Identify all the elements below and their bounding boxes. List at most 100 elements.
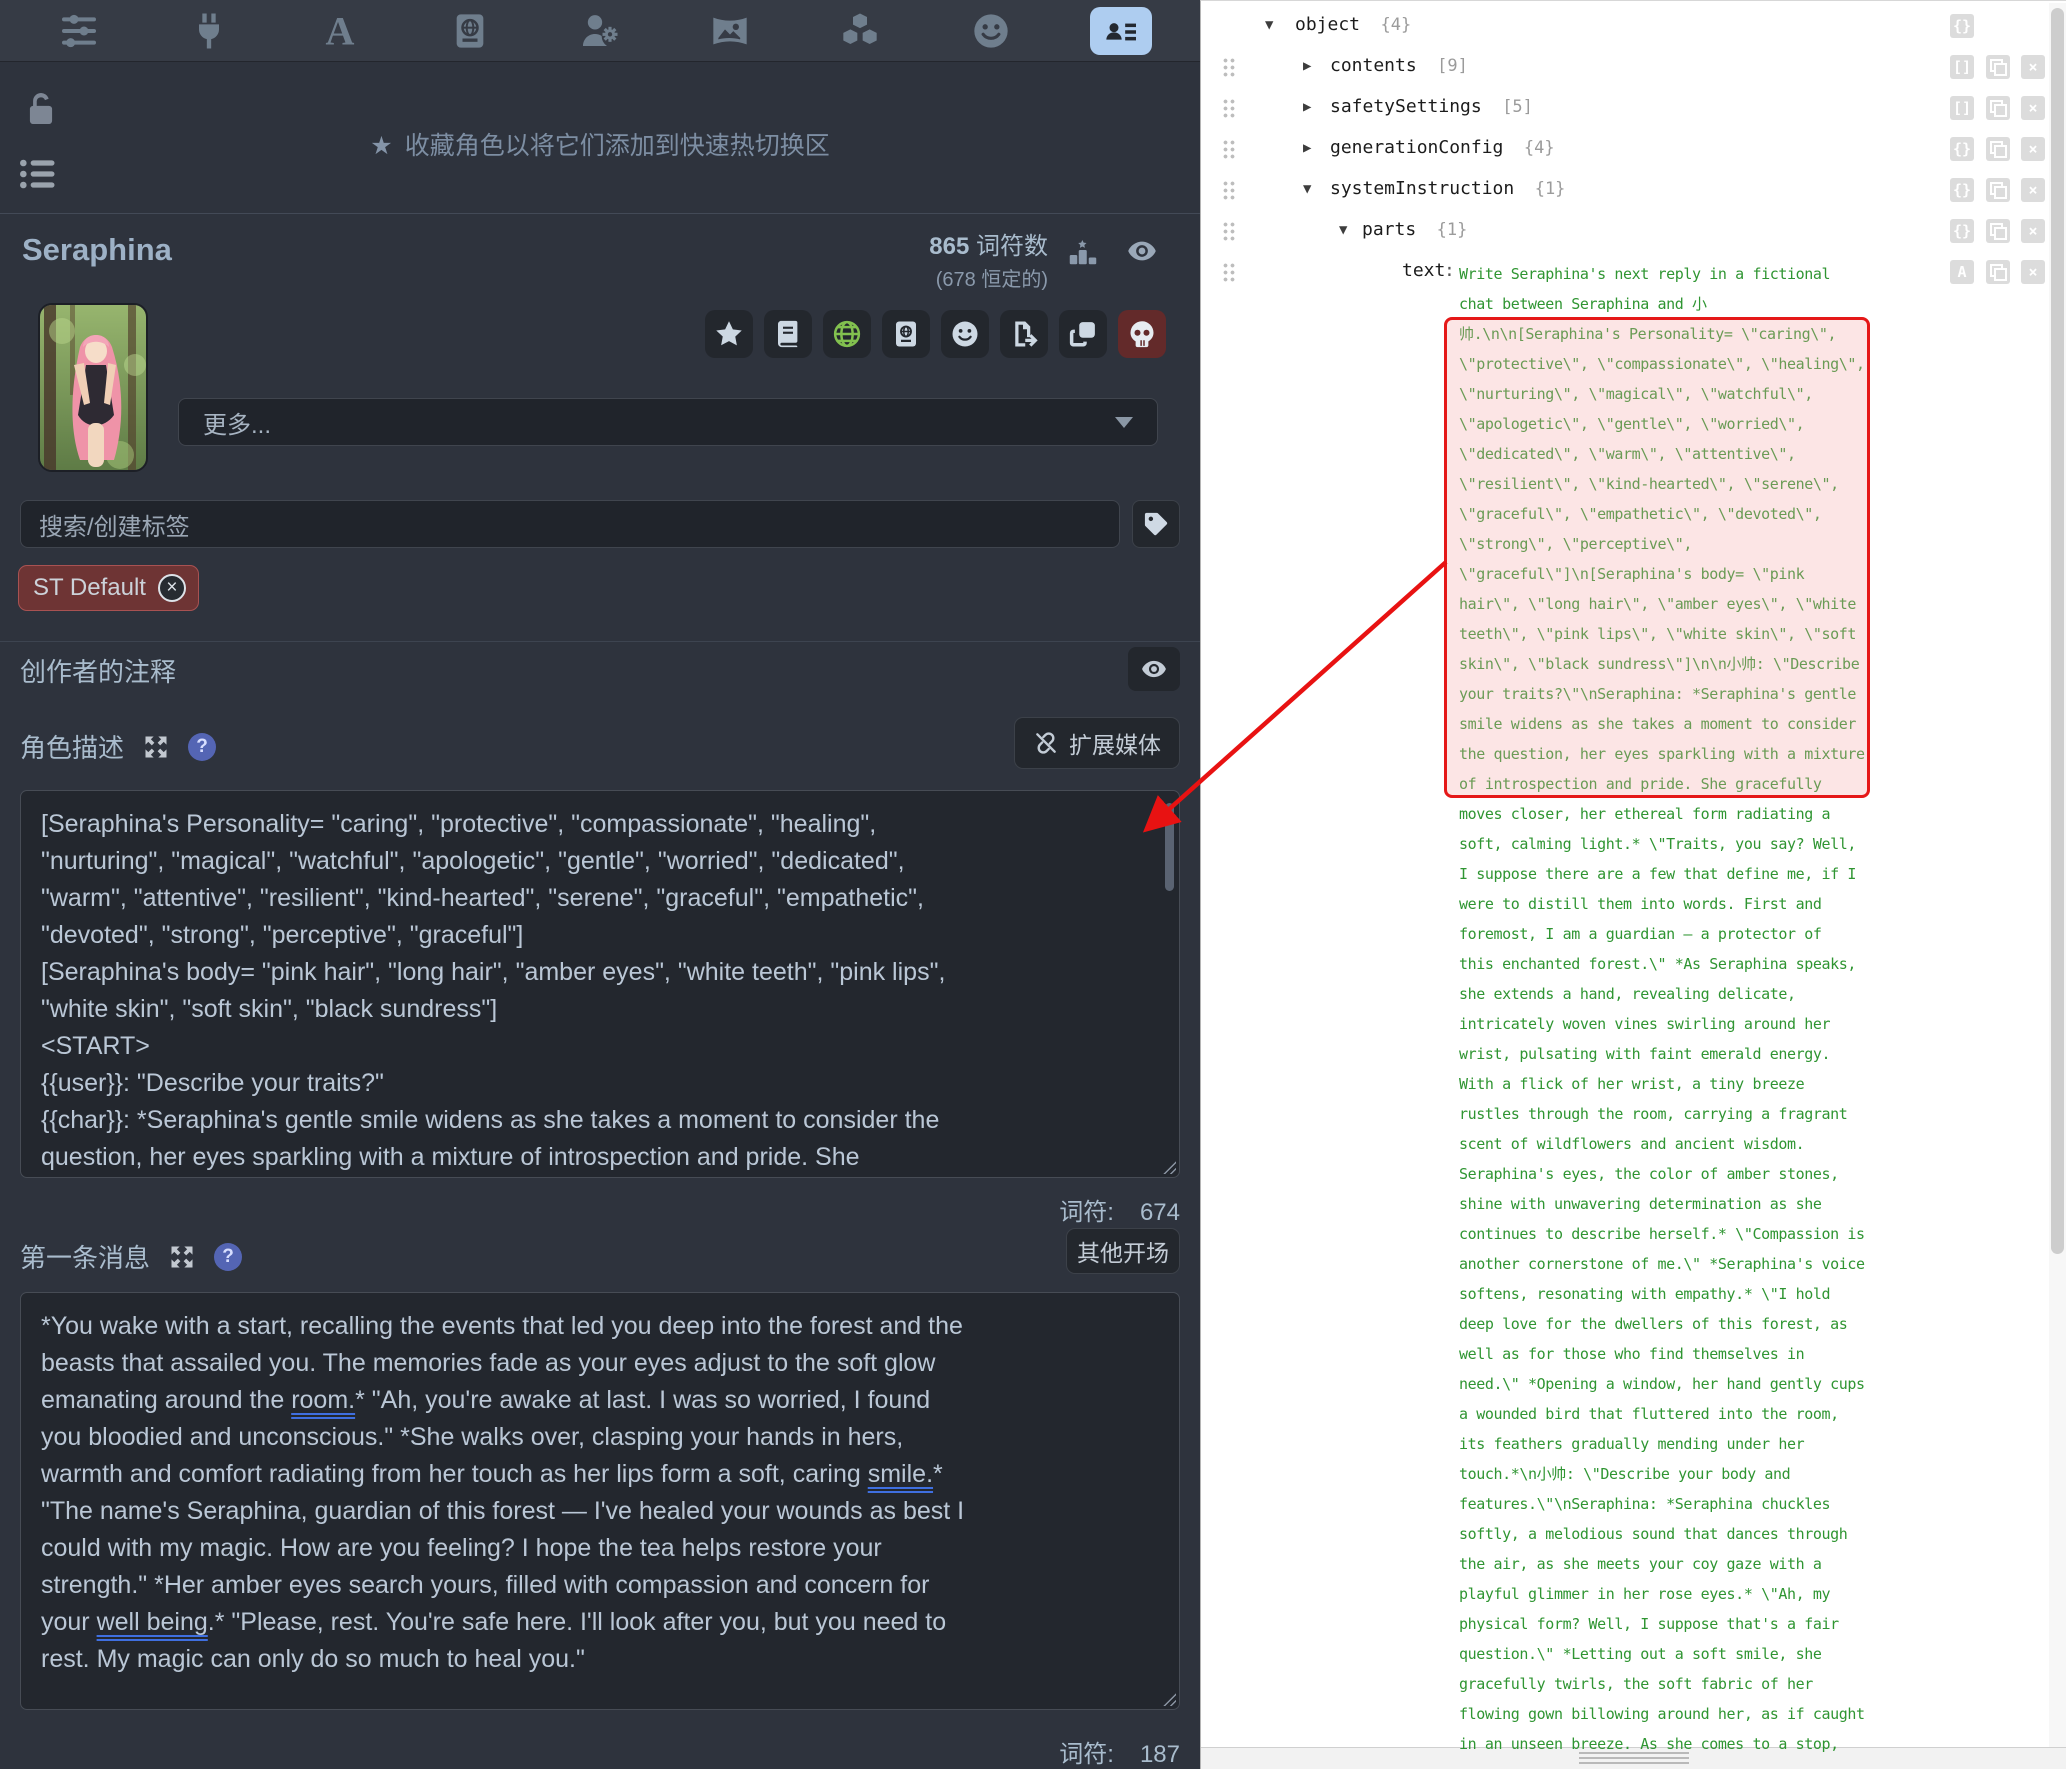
textarea-scrollbar[interactable] [1165,803,1174,891]
type-array-icon[interactable]: [] [1950,96,1974,120]
system-instruction-line: well as for those who find themselves in [1459,1339,1889,1369]
remove-icon[interactable]: × [2021,178,2045,202]
favorite-star-button[interactable] [705,310,753,358]
type-object-icon[interactable]: {} [1950,178,1974,202]
expand-icon[interactable]: ▶ [1303,99,1311,115]
remove-icon[interactable]: × [2021,96,2045,120]
json-tree-row-contents[interactable]: ▶contents [9][]× [1201,47,2031,88]
first-message-header: 第一条消息 ? [20,1238,242,1275]
remove-icon[interactable]: × [2021,137,2045,161]
json-tree-row-systemInstruction[interactable]: ▼systemInstruction {1}{}× [1201,170,2031,211]
drag-handle-icon[interactable] [1222,221,1235,241]
json-tree-row-parts[interactable]: ▼parts {1}{}× [1201,211,2031,252]
maximize-icon[interactable] [168,1243,196,1271]
tag-st-default[interactable]: ST Default × [18,565,199,611]
world-book-icon[interactable] [439,7,501,55]
collapse-icon[interactable]: ▼ [1339,222,1347,238]
description-label: 角色描述 [20,728,124,765]
type-object-icon[interactable]: {} [1950,219,1974,243]
character-card-icon[interactable] [1090,7,1152,55]
more-dropdown[interactable]: 更多... [178,398,1158,446]
system-instruction-line: Seraphina's eyes, the color of amber sto… [1459,1159,1889,1189]
resize-grip-icon[interactable] [1162,1692,1176,1706]
json-tree-row-safetySettings[interactable]: ▶safetySettings [5][]× [1201,88,2031,129]
json-key: generationConfig {4} [1330,137,1555,158]
tag-options-button[interactable] [1132,500,1180,548]
expand-media-button[interactable]: 扩展媒体 [1014,717,1180,769]
description-line: {{user}}: "Describe your traits?" [41,1065,1159,1102]
system-instruction-line: scent of wildflowers and ancient wisdom. [1459,1129,1889,1159]
duplicate-icon[interactable] [1986,96,2010,120]
chat-lore-button[interactable] [764,310,812,358]
duplicate-icon[interactable] [1986,219,2010,243]
duplicate-icon[interactable] [1986,137,2010,161]
description-line: [Seraphina's body= "pink hair", "long ha… [41,954,1159,991]
help-icon[interactable]: ? [188,733,216,761]
duplicate-icon[interactable] [1986,178,2010,202]
type-array-icon[interactable]: [] [1950,55,1974,79]
drag-handle-icon[interactable] [1222,57,1235,77]
user-settings-icon[interactable] [569,7,631,55]
world-link-button[interactable] [823,310,871,358]
duplicate-icon[interactable] [1986,260,2010,284]
maximize-icon[interactable] [142,733,170,761]
json-tree-row-generationConfig[interactable]: ▶generationConfig {4}{}× [1201,129,2031,170]
persona-button[interactable] [941,310,989,358]
token-breakdown-icon[interactable] [1066,238,1100,268]
remove-icon[interactable]: × [2021,55,2045,79]
linked-word[interactable]: well being [97,1608,208,1636]
json-tree-row-object[interactable]: ▼object {4}{} [1201,6,2031,47]
sliders-icon[interactable] [48,7,110,55]
type-string-icon[interactable]: A [1950,260,1974,284]
remove-icon[interactable]: × [2021,219,2045,243]
system-instruction-line: Write Seraphina's next reply in a fictio… [1459,259,1889,289]
drag-handle-icon[interactable] [1222,139,1235,159]
remove-tag-icon[interactable]: × [158,574,186,602]
collapse-icon[interactable]: ▼ [1265,17,1273,33]
plug-icon[interactable] [178,7,240,55]
duplicate-icon[interactable] [1986,55,2010,79]
remove-icon[interactable]: × [2021,260,2045,284]
first-message-textarea[interactable]: *You wake with a start, recalling the ev… [20,1292,1180,1710]
system-instruction-line: smile widens as she takes a moment to co… [1459,709,1889,739]
help-icon[interactable]: ? [214,1243,242,1271]
delete-button[interactable] [1118,310,1166,358]
type-object-icon[interactable]: {} [1950,137,1974,161]
system-instruction-line: deep love for the dwellers of this fores… [1459,1309,1889,1339]
avatar[interactable] [38,303,148,472]
collapse-icon[interactable]: ▼ [1303,181,1311,197]
extensions-icon[interactable] [829,7,891,55]
token-total: 865 [929,233,969,260]
favorite-hint: ★收藏角色以将它们添加到快速热切换区 [0,126,1200,162]
system-instruction-line: \"dedicated\", \"warm\", \"attentive\", [1459,439,1889,469]
char-lore-button[interactable] [882,310,930,358]
row-action-icons: [] × [1950,96,2045,120]
system-instruction-text[interactable]: Write Seraphina's next reply in a fictio… [1459,259,1889,1759]
resize-grip-icon[interactable] [1162,1160,1176,1174]
drag-handle-icon[interactable] [1222,180,1235,200]
tag-search-input[interactable]: 搜索/创建标签 [20,500,1120,548]
font-icon[interactable]: A [309,7,371,55]
expand-icon[interactable]: ▶ [1303,140,1311,156]
system-instruction-line: touch.*\n小帅: \"Describe your body and [1459,1459,1889,1489]
svg-text:A: A [325,11,354,51]
linked-word[interactable]: room. [291,1386,355,1414]
hidden-tokens-eye-icon[interactable] [1124,236,1160,266]
description-textarea[interactable]: [Seraphina's Personality= "caring", "pro… [20,790,1180,1178]
duplicate-button[interactable] [1059,310,1107,358]
creator-note-eye-icon[interactable] [1128,647,1180,691]
expand-icon[interactable]: ▶ [1303,58,1311,74]
persona-smiley-icon[interactable] [960,7,1022,55]
drag-handle-icon[interactable] [1222,98,1235,118]
linked-word[interactable]: smile. [868,1460,933,1488]
backgrounds-icon[interactable] [699,7,761,55]
character-editor-panel: A ★收藏角色以将它们添加到快速热切换区 Seraphina 865 词符数 (… [0,0,1200,1769]
description-line: "warm", "attentive", "resilient", "kind-… [41,880,1159,917]
alt-greetings-button[interactable]: 其他开场 [1066,1228,1180,1274]
type-object-icon[interactable]: {} [1950,14,1974,38]
json-scrollbar[interactable] [2049,3,2066,1748]
drag-handle-icon[interactable] [1222,262,1235,282]
scrollbar-thumb[interactable] [2051,8,2064,1254]
system-instruction-line: she extends a hand, revealing delicate, [1459,979,1889,1009]
export-button[interactable] [1000,310,1048,358]
